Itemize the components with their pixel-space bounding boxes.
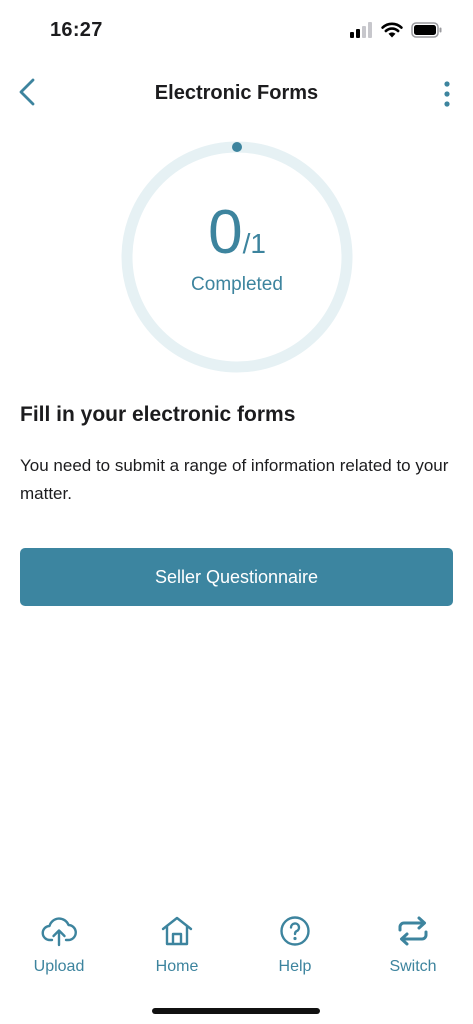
tab-help-label: Help	[278, 958, 312, 975]
status-bar: 16:27	[0, 0, 473, 62]
home-indicator	[152, 1008, 320, 1014]
tab-help[interactable]: Help	[240, 900, 350, 976]
tab-switch-label: Switch	[389, 958, 437, 975]
page-title: Electronic Forms	[154, 82, 319, 104]
tab-switch[interactable]: Switch	[358, 900, 468, 976]
progress-label: Completed	[191, 274, 283, 295]
progress-ring: 0/1 Completed	[117, 137, 357, 377]
section-heading: Fill in your electronic forms	[20, 403, 296, 426]
cloud-upload-icon	[41, 917, 77, 947]
switch-icon	[398, 916, 428, 946]
home-icon	[161, 916, 193, 946]
help-icon	[280, 916, 310, 946]
progress-completed: 0	[208, 198, 243, 267]
wifi-icon	[381, 22, 403, 38]
section-description: You need to submit a range of informatio…	[20, 456, 449, 503]
tab-bar: Upload Home Help Switch	[0, 900, 473, 990]
more-options-button[interactable]	[435, 76, 459, 112]
tab-home[interactable]: Home	[122, 900, 232, 976]
tab-upload-label: Upload	[33, 958, 85, 975]
nav-bar: Electronic Forms	[0, 70, 473, 118]
status-icons	[349, 22, 443, 38]
more-vertical-icon	[444, 81, 450, 107]
seller-questionnaire-button[interactable]: Seller Questionnaire	[20, 548, 453, 606]
progress-count: 0/1	[117, 201, 357, 265]
progress-total: /1	[242, 228, 266, 259]
tab-upload[interactable]: Upload	[4, 900, 114, 976]
tab-home-label: Home	[155, 958, 199, 975]
cellular-signal-icon	[350, 22, 372, 38]
battery-icon	[411, 22, 442, 38]
status-time: 16:27	[50, 19, 103, 41]
